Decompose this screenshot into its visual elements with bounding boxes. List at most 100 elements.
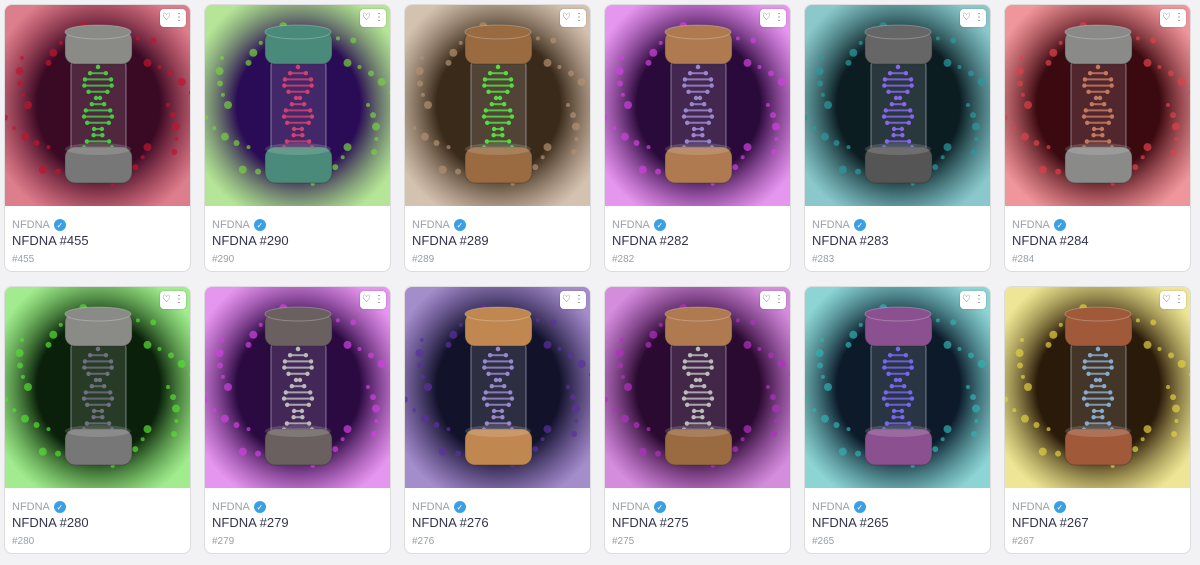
nft-name[interactable]: NFDNA #280 (12, 515, 184, 531)
nft-artwork[interactable] (605, 287, 790, 488)
heart-icon[interactable]: ♡ (962, 295, 971, 305)
nft-artwork[interactable] (405, 287, 590, 488)
more-vertical-icon[interactable]: ⋮ (774, 13, 784, 23)
nft-artwork[interactable] (205, 5, 390, 206)
nft-name[interactable]: NFDNA #267 (1012, 515, 1184, 531)
nft-card[interactable]: ♡ ⋮ NFDNA ✓ NFDNA #279 #279 (204, 286, 391, 554)
collection-name: NFDNA (12, 219, 50, 231)
nft-artwork[interactable] (405, 5, 590, 206)
nft-card[interactable]: ♡ ⋮ NFDNA ✓ NFDNA #455 #455 (4, 4, 191, 272)
nft-card[interactable]: ♡ ⋮ NFDNA ✓ NFDNA #280 #280 (4, 286, 191, 554)
dna-capsule-image (805, 5, 990, 206)
collection-link[interactable]: NFDNA ✓ (612, 218, 784, 232)
card-info: NFDNA ✓ NFDNA #275 #275 (612, 500, 784, 547)
collection-link[interactable]: NFDNA ✓ (612, 500, 784, 514)
more-vertical-icon[interactable]: ⋮ (1174, 295, 1184, 305)
more-vertical-icon[interactable]: ⋮ (174, 295, 184, 305)
nft-name[interactable]: NFDNA #282 (612, 233, 784, 249)
nft-artwork[interactable] (205, 287, 390, 488)
card-info: NFDNA ✓ NFDNA #290 #290 (212, 218, 384, 265)
nft-name[interactable]: NFDNA #283 (812, 233, 984, 249)
token-id: #283 (812, 254, 835, 265)
nft-artwork[interactable] (605, 5, 790, 206)
collection-link[interactable]: NFDNA ✓ (812, 500, 984, 514)
dna-capsule-image (205, 287, 390, 488)
heart-icon[interactable]: ♡ (762, 13, 771, 23)
heart-icon[interactable]: ♡ (762, 295, 771, 305)
nft-artwork[interactable] (1005, 287, 1190, 488)
nft-name[interactable]: NFDNA #275 (612, 515, 784, 531)
nft-name[interactable]: NFDNA #265 (812, 515, 984, 531)
heart-icon[interactable]: ♡ (362, 13, 371, 23)
nft-artwork[interactable] (5, 5, 190, 206)
nft-artwork[interactable] (805, 5, 990, 206)
collection-link[interactable]: NFDNA ✓ (12, 500, 184, 514)
verified-check-icon: ✓ (853, 219, 866, 231)
card-actions: ♡ ⋮ (1160, 9, 1186, 27)
verified-check-icon: ✓ (653, 501, 666, 513)
token-id: #289 (412, 254, 435, 265)
collection-link[interactable]: NFDNA ✓ (212, 218, 384, 232)
nft-name[interactable]: NFDNA #455 (12, 233, 184, 249)
collection-link[interactable]: NFDNA ✓ (412, 500, 584, 514)
card-actions: ♡ ⋮ (760, 9, 786, 27)
nft-card[interactable]: ♡ ⋮ NFDNA ✓ NFDNA #289 #289 (404, 4, 591, 272)
collection-link[interactable]: NFDNA ✓ (412, 218, 584, 232)
collection-link[interactable]: NFDNA ✓ (12, 218, 184, 232)
nft-artwork[interactable] (5, 287, 190, 488)
collection-link[interactable]: NFDNA ✓ (212, 500, 384, 514)
card-info: NFDNA ✓ NFDNA #276 #276 (412, 500, 584, 547)
nft-card[interactable]: ♡ ⋮ NFDNA ✓ NFDNA #265 #265 (804, 286, 991, 554)
verified-check-icon: ✓ (853, 501, 866, 513)
nft-name[interactable]: NFDNA #289 (412, 233, 584, 249)
nft-card[interactable]: ♡ ⋮ NFDNA ✓ NFDNA #267 #267 (1004, 286, 1191, 554)
nft-name[interactable]: NFDNA #279 (212, 515, 384, 531)
verified-check-icon: ✓ (53, 219, 66, 231)
more-vertical-icon[interactable]: ⋮ (174, 13, 184, 23)
more-vertical-icon[interactable]: ⋮ (974, 295, 984, 305)
more-vertical-icon[interactable]: ⋮ (774, 295, 784, 305)
token-id: #267 (1012, 536, 1035, 547)
collection-link[interactable]: NFDNA ✓ (1012, 218, 1184, 232)
verified-check-icon: ✓ (253, 219, 266, 231)
nft-card[interactable]: ♡ ⋮ NFDNA ✓ NFDNA #276 #276 (404, 286, 591, 554)
heart-icon[interactable]: ♡ (162, 13, 171, 23)
nft-name[interactable]: NFDNA #284 (1012, 233, 1184, 249)
more-vertical-icon[interactable]: ⋮ (574, 295, 584, 305)
heart-icon[interactable]: ♡ (162, 295, 171, 305)
nft-artwork[interactable] (1005, 5, 1190, 206)
more-vertical-icon[interactable]: ⋮ (374, 295, 384, 305)
heart-icon[interactable]: ♡ (362, 295, 371, 305)
nft-card[interactable]: ♡ ⋮ NFDNA ✓ NFDNA #284 #284 (1004, 4, 1191, 272)
heart-icon[interactable]: ♡ (562, 295, 571, 305)
heart-icon[interactable]: ♡ (562, 13, 571, 23)
nft-card[interactable]: ♡ ⋮ NFDNA ✓ NFDNA #275 #275 (604, 286, 791, 554)
collection-name: NFDNA (412, 501, 450, 513)
nft-card[interactable]: ♡ ⋮ NFDNA ✓ NFDNA #283 #283 (804, 4, 991, 272)
collection-name: NFDNA (1012, 501, 1050, 513)
collection-link[interactable]: NFDNA ✓ (1012, 500, 1184, 514)
token-id: #265 (812, 536, 835, 547)
card-info: NFDNA ✓ NFDNA #284 #284 (1012, 218, 1184, 265)
more-vertical-icon[interactable]: ⋮ (974, 13, 984, 23)
card-actions: ♡ ⋮ (360, 291, 386, 309)
nft-card[interactable]: ♡ ⋮ NFDNA ✓ NFDNA #282 #282 (604, 4, 791, 272)
dna-capsule-image (605, 5, 790, 206)
more-vertical-icon[interactable]: ⋮ (1174, 13, 1184, 23)
card-info: NFDNA ✓ NFDNA #267 #267 (1012, 500, 1184, 547)
card-actions: ♡ ⋮ (960, 291, 986, 309)
heart-icon[interactable]: ♡ (1162, 295, 1171, 305)
dna-capsule-image (405, 5, 590, 206)
collection-name: NFDNA (412, 219, 450, 231)
nft-name[interactable]: NFDNA #290 (212, 233, 384, 249)
nft-name[interactable]: NFDNA #276 (412, 515, 584, 531)
heart-icon[interactable]: ♡ (962, 13, 971, 23)
more-vertical-icon[interactable]: ⋮ (374, 13, 384, 23)
nft-card[interactable]: ♡ ⋮ NFDNA ✓ NFDNA #290 #290 (204, 4, 391, 272)
collection-link[interactable]: NFDNA ✓ (812, 218, 984, 232)
more-vertical-icon[interactable]: ⋮ (574, 13, 584, 23)
heart-icon[interactable]: ♡ (1162, 13, 1171, 23)
verified-check-icon: ✓ (653, 219, 666, 231)
nft-artwork[interactable] (805, 287, 990, 488)
token-id: #290 (212, 254, 235, 265)
